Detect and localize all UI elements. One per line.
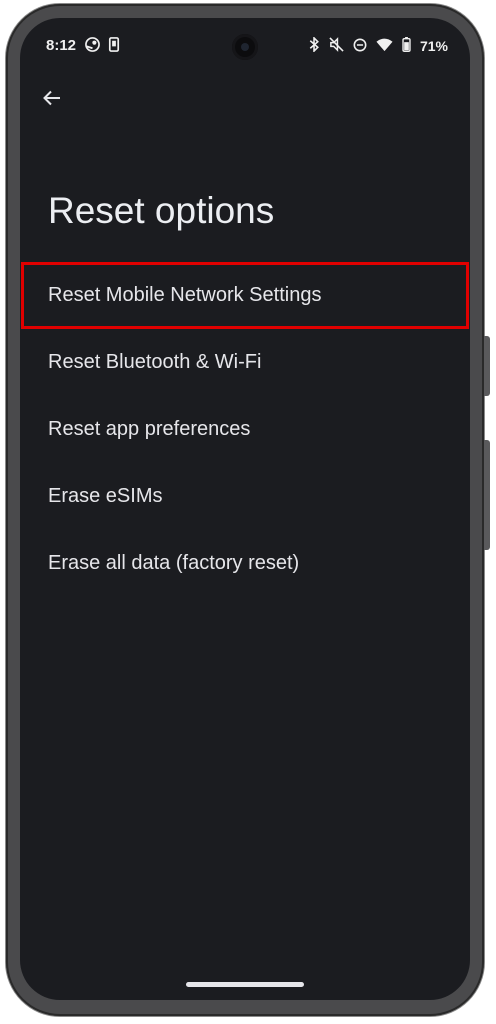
page-title: Reset options xyxy=(48,190,275,231)
status-bar: 8:12 71% xyxy=(20,18,470,74)
status-right-icons: 71% xyxy=(309,36,448,55)
option-label: Reset Bluetooth & Wi-Fi xyxy=(48,351,262,373)
option-factory-reset[interactable]: Erase all data (factory reset) xyxy=(20,530,470,597)
option-reset-bluetooth-wifi[interactable]: Reset Bluetooth & Wi-Fi xyxy=(20,329,470,396)
option-reset-mobile-network[interactable]: Reset Mobile Network Settings xyxy=(21,262,469,329)
status-left-icons xyxy=(85,37,120,57)
screen: 8:12 71% Reset options Reset Mobile Netw… xyxy=(20,18,470,1000)
wifi-icon xyxy=(376,38,393,55)
arrow-back-icon xyxy=(42,88,62,113)
option-label: Reset app preferences xyxy=(48,418,251,440)
volume-button xyxy=(484,440,490,550)
power-button xyxy=(484,336,490,396)
battery-icon xyxy=(402,37,411,55)
bluetooth-icon xyxy=(309,36,320,55)
home-indicator[interactable] xyxy=(186,982,304,987)
battery-percent: 71% xyxy=(419,38,448,54)
option-label: Erase all data (factory reset) xyxy=(48,552,300,574)
front-camera xyxy=(232,34,258,60)
status-time: 8:12 xyxy=(46,37,77,54)
option-label: Erase eSIMs xyxy=(48,485,163,507)
dnd-icon xyxy=(353,38,367,55)
back-button[interactable] xyxy=(36,84,68,116)
steam-icon xyxy=(85,37,100,57)
options-list: Reset Mobile Network Settings Reset Blue… xyxy=(20,262,470,597)
option-label: Reset Mobile Network Settings xyxy=(48,284,322,306)
option-erase-esims[interactable]: Erase eSIMs xyxy=(20,463,470,530)
mute-icon xyxy=(329,37,344,55)
option-reset-app-preferences[interactable]: Reset app preferences xyxy=(20,396,470,463)
device-icon xyxy=(108,37,120,57)
